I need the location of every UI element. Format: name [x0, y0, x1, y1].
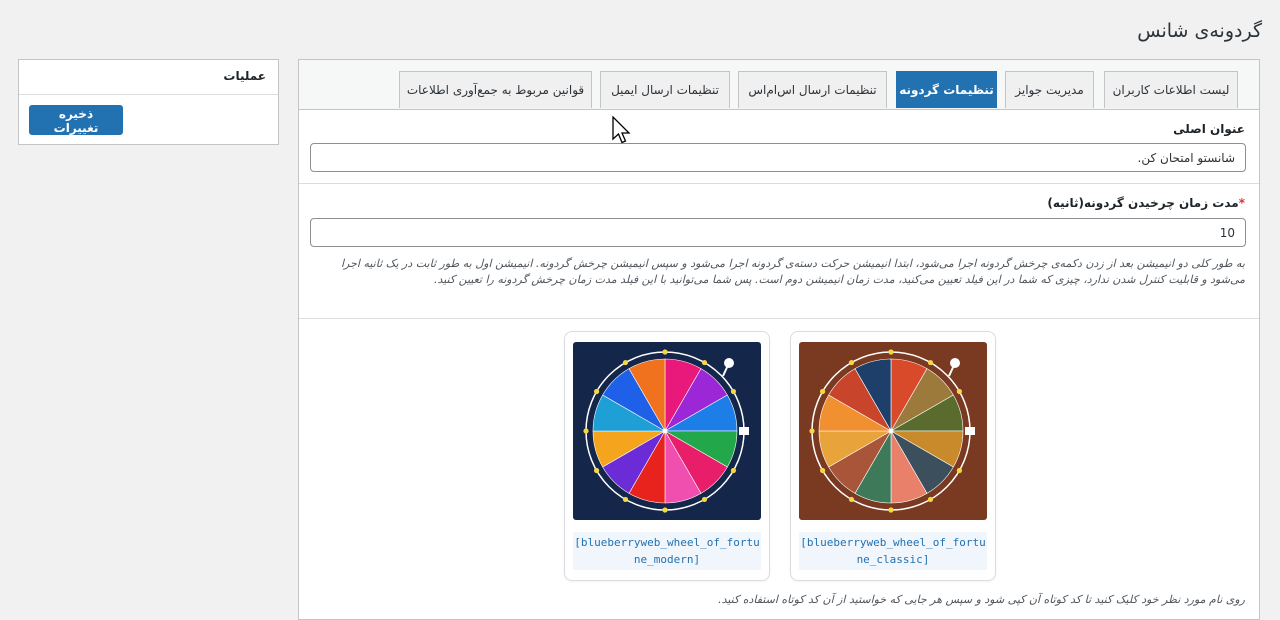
save-changes-button[interactable]: ذخیره تغییرات [29, 105, 123, 135]
tab-sms-settings[interactable]: تنظیمات ارسال اس‌ام‌اس [738, 71, 887, 108]
wheel-modern-bulb [593, 388, 600, 395]
main-title-input[interactable] [310, 143, 1246, 172]
actions-box: عملیات ذخیره تغییرات [18, 59, 279, 145]
wheel-classic-bulb [956, 388, 963, 395]
main-title-label: عنوان اصلی [1173, 122, 1245, 136]
wheel-classic-bulb [927, 359, 934, 366]
wheel-classic-bulb [809, 428, 815, 434]
wheel-modern-bulb [730, 388, 737, 395]
actions-box-title: عملیات [223, 69, 266, 83]
mouse-cursor-icon [612, 116, 631, 144]
duration-label-text: مدت زمان چرخیدن گردونه(ثانیه) [1047, 196, 1239, 210]
wheel-modern-bulb [701, 359, 708, 366]
wheel-modern-hub [662, 428, 668, 434]
settings-panel: لیست اطلاعات کاربران مدیریت جوایز تنظیما… [298, 59, 1260, 620]
shortcode-footnote: روی نام مورد نظر خود کلیک کنید تا کد کوت… [718, 593, 1245, 606]
wheel-classic-hub [888, 428, 894, 434]
divider [299, 183, 1259, 184]
tab-bar: لیست اطلاعات کاربران مدیریت جوایز تنظیما… [299, 60, 1259, 110]
wheel-modern-preview [573, 342, 761, 520]
wheel-modern-pointer [739, 427, 749, 435]
wheel-classic-preview [799, 342, 987, 520]
wheel-modern-bulb [593, 467, 600, 474]
wheel-classic-bulb [888, 507, 894, 513]
tab-users-list[interactable]: لیست اطلاعات کاربران [1104, 71, 1238, 108]
wheel-modern-bulb [622, 359, 629, 366]
wheel-classic-bulb [848, 496, 855, 503]
tab-email-settings[interactable]: تنظیمات ارسال ایمیل [600, 71, 730, 108]
wheel-modern-bulb [583, 428, 589, 434]
shortcode-modern[interactable]: [blueberryweb_wheel_of_fortune_modern] [573, 532, 761, 570]
template-card-modern[interactable]: [blueberryweb_wheel_of_fortune_modern] [564, 331, 770, 581]
tab-wheel-settings[interactable]: تنظیمات گردونه [896, 71, 997, 108]
wheel-classic-bulb [819, 388, 826, 395]
divider [19, 94, 278, 95]
wheel-modern-bulb [701, 496, 708, 503]
duration-input[interactable] [310, 218, 1246, 247]
wheel-classic-bulb [927, 496, 934, 503]
tab-prizes[interactable]: مدیریت جوایز [1005, 71, 1094, 108]
duration-label: *مدت زمان چرخیدن گردونه(ثانیه) [1047, 196, 1245, 210]
required-mark: * [1238, 196, 1245, 210]
wheel-classic-bulb [819, 467, 826, 474]
duration-help-text: به طور کلی دو انیمیشن بعد از زدن دکمه‌ی … [340, 257, 1245, 286]
page-title: گردونه‌ی شانس [1137, 20, 1262, 42]
tab-data-collection-rules[interactable]: قوانین مربوط به جمع‌آوری اطلاعات [399, 71, 592, 108]
wheel-classic-pointer [965, 427, 975, 435]
wheel-classic-bulb [956, 467, 963, 474]
wheel-classic-bulb [888, 349, 894, 355]
wheel-modern-bulb [662, 349, 668, 355]
wheel-modern-bulb [730, 467, 737, 474]
wheel-modern-bulb [622, 496, 629, 503]
wheel-classic-bulb [848, 359, 855, 366]
template-card-classic[interactable]: [blueberryweb_wheel_of_fortune_classic] [790, 331, 996, 581]
wheel-modern-bulb [662, 507, 668, 513]
shortcode-classic[interactable]: [blueberryweb_wheel_of_fortune_classic] [799, 532, 987, 570]
divider [299, 318, 1259, 319]
